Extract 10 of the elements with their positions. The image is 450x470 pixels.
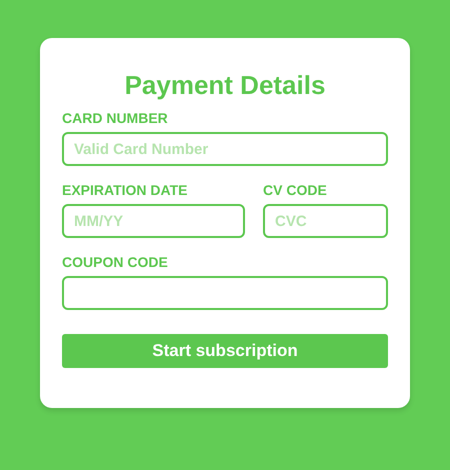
subscribe-button[interactable]: Start subscription [62,334,388,368]
field-label: COUPON CODE [62,254,169,271]
input-field[interactable]: MM/YY [62,204,245,238]
input-field[interactable] [62,276,388,310]
input-field[interactable]: Valid Card Number [62,132,388,166]
field-label: CV CODE [263,182,328,199]
field-label: CARD NUMBER [62,110,169,127]
input-field[interactable]: CVC [263,204,388,238]
field-label: EXPIRATION DATE [62,182,188,199]
form-title: Payment Details [124,69,326,102]
